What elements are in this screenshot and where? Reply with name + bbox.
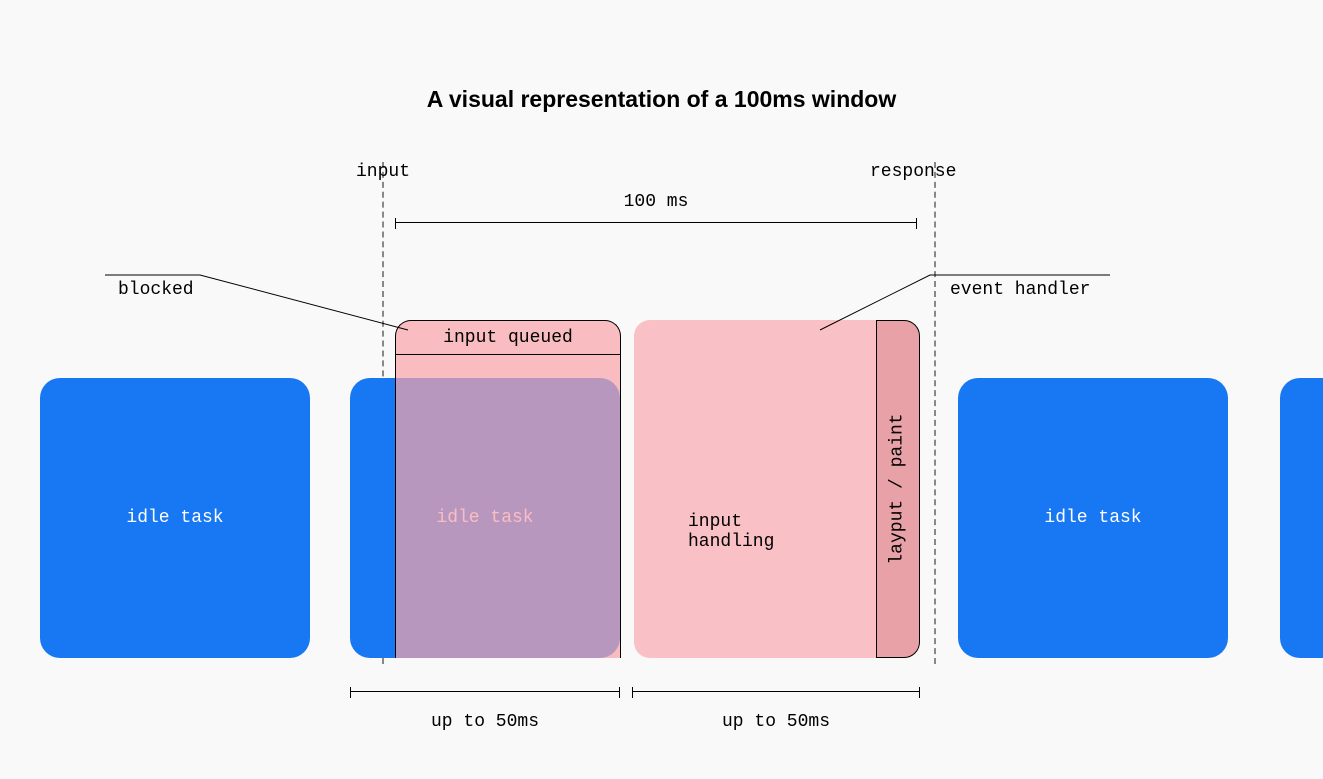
input-marker-label: input (356, 162, 410, 182)
layout-paint-block: layput / paint (876, 320, 920, 658)
idle-task-block: idle task (958, 378, 1228, 658)
input-queued-label: input queued (396, 321, 620, 355)
bottom-bracket-left-label: up to 50ms (350, 712, 620, 732)
diagram-title: A visual representation of a 100ms windo… (0, 86, 1323, 113)
idle-task-block: idle task (1280, 378, 1323, 658)
diagram-stage: A visual representation of a 100ms windo… (0, 0, 1323, 779)
bottom-bracket-left (350, 691, 620, 692)
input-queued-block: input queued (395, 320, 621, 658)
window-100ms-label: 100 ms (395, 192, 917, 212)
idle-task-label: idle task (1044, 508, 1141, 528)
bottom-bracket-right (632, 691, 920, 692)
idle-task-label: idle task (126, 508, 223, 528)
blocked-callout-label: blocked (118, 280, 194, 300)
input-handling-label: input handling (688, 512, 774, 552)
response-marker-label: response (870, 162, 956, 182)
bottom-bracket-right-label: up to 50ms (632, 712, 920, 732)
layout-paint-label: layput / paint (888, 413, 908, 564)
event-handler-callout-label: event handler (950, 280, 1090, 300)
idle-task-block: idle task (40, 378, 310, 658)
response-marker-line (934, 162, 936, 664)
window-100ms-bracket (395, 222, 917, 223)
